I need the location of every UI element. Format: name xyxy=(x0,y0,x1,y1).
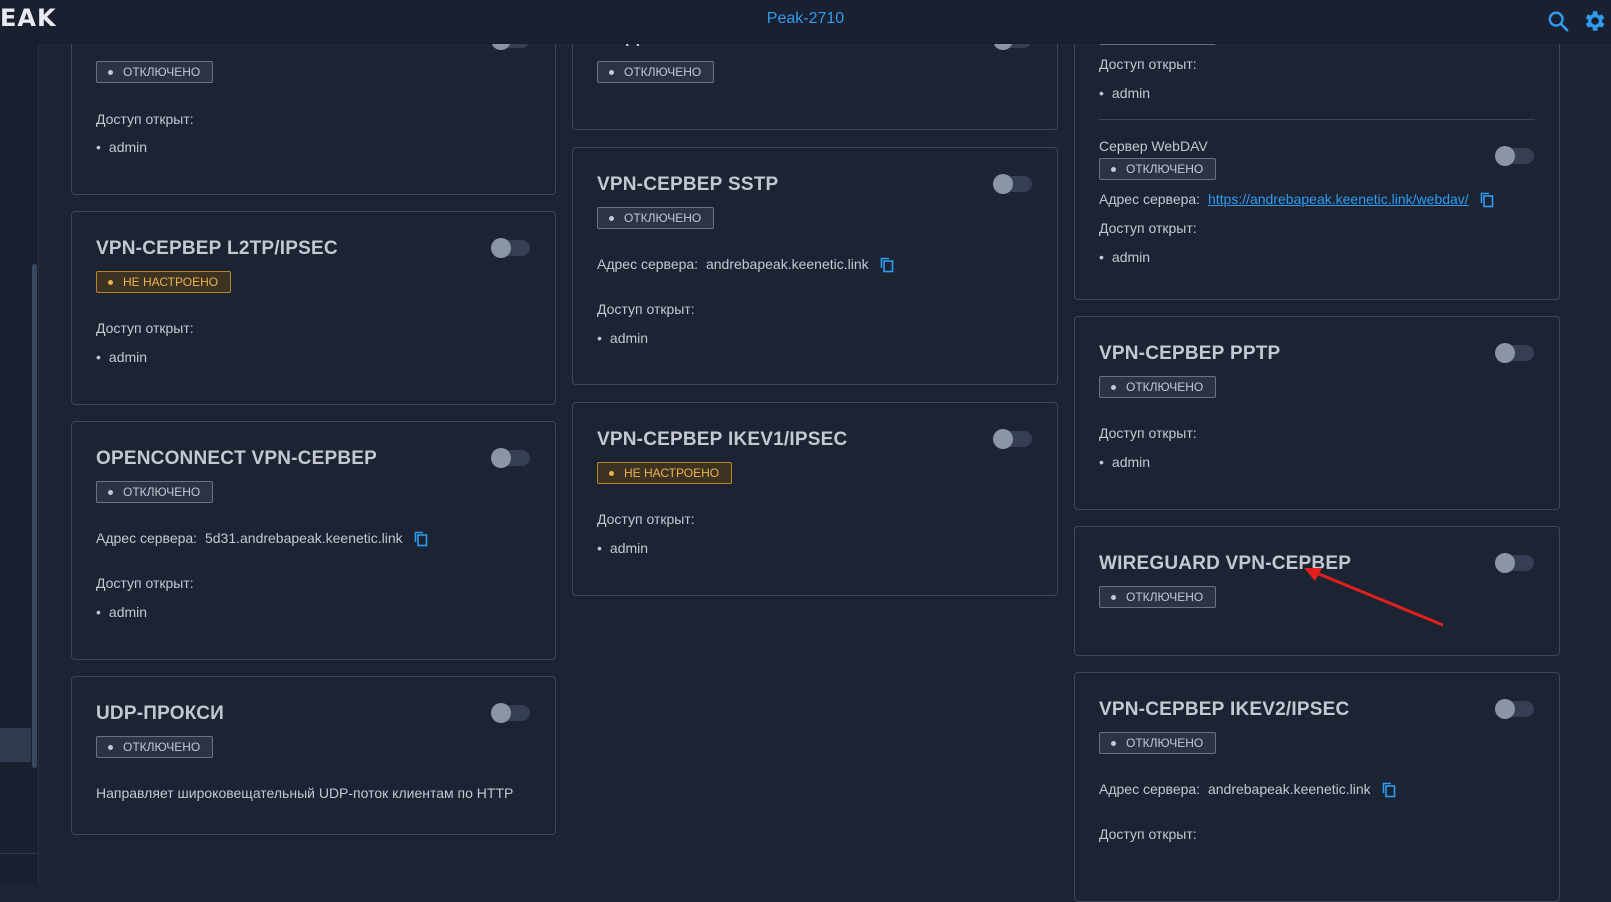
card-vpn-ikev2: VPN-СЕРВЕР IKEV2/IPSEC ОТКЛЮЧЕНО Адрес с… xyxy=(1074,672,1560,902)
top-bar: EAK Peak-2710 xyxy=(0,0,1611,44)
server-address-label: Адрес сервера: xyxy=(597,256,699,272)
user-item: admin xyxy=(597,540,648,556)
server-address-row: Адрес сервера: andrebapeak.keenetic.link xyxy=(597,256,894,273)
user-item: admin xyxy=(96,139,147,155)
toggle-switch[interactable] xyxy=(993,429,1032,449)
access-label: Доступ открыт: xyxy=(1099,425,1197,441)
status-badge: ОТКЛЮЧЕНО xyxy=(597,207,715,229)
toggle-switch[interactable] xyxy=(491,448,530,468)
card-file-server: ОТКЛЮЧЕНО Доступ открыт: admin Сервер We… xyxy=(1074,15,1560,300)
card-description: Направляет широковещательный UDP-поток к… xyxy=(96,785,514,801)
search-icon[interactable] xyxy=(1547,10,1569,32)
status-badge: НЕ НАСТРОЕНО xyxy=(597,462,733,484)
annotation-arrow xyxy=(1304,568,1444,627)
user-item: admin xyxy=(1099,85,1150,101)
server-address-value: andrebapeak.keenetic.link xyxy=(705,256,869,272)
status-badge: ОТКЛЮЧЕНО xyxy=(1099,586,1217,608)
card-vpn-pptp: VPN-СЕРВЕР PPTP ОТКЛЮЧЕНО Доступ открыт:… xyxy=(1074,316,1560,510)
sidebar-active-item[interactable] xyxy=(0,728,31,762)
user-item: admin xyxy=(1099,454,1150,470)
access-label: Доступ открыт: xyxy=(1099,56,1197,72)
access-label: Доступ открыт: xyxy=(597,301,695,317)
user-item: admin xyxy=(1099,249,1150,265)
server-address-value: andrebapeak.keenetic.link xyxy=(1207,781,1371,797)
status-badge: ОТКЛЮЧЕНО xyxy=(1099,158,1217,180)
server-address-row: Адрес сервера: https://andrebapeak.keene… xyxy=(1099,191,1494,208)
user-item: admin xyxy=(96,604,147,620)
device-name: Peak-2710 xyxy=(766,10,845,27)
server-address-value: 5d31.andrebapeak.keenetic.link xyxy=(204,530,403,546)
user-item: admin xyxy=(96,349,147,365)
copy-icon[interactable] xyxy=(414,531,428,547)
copy-icon[interactable] xyxy=(1382,782,1396,798)
server-address-row: Адрес сервера: 5d31.andrebapeak.keenetic… xyxy=(96,530,428,547)
server-address-row: Адрес сервера: andrebapeak.keenetic.link xyxy=(1099,781,1396,798)
toggle-switch[interactable] xyxy=(1495,553,1534,573)
toggle-switch[interactable] xyxy=(1495,343,1534,363)
card-title: UDP-ПРОКСИ xyxy=(96,703,225,724)
server-address-label: Адрес сервера: xyxy=(96,530,198,546)
card-vpn-ikev1: VPN-СЕРВЕР IKEV1/IPSEC НЕ НАСТРОЕНО Дост… xyxy=(572,402,1058,596)
access-label: Доступ открыт: xyxy=(96,320,194,336)
user-item: admin xyxy=(597,330,648,346)
server-address-label: Адрес сервера: xyxy=(1099,781,1201,797)
access-label: Доступ открыт: xyxy=(96,575,194,591)
toggle-switch[interactable] xyxy=(1495,146,1534,166)
card-title: OPENCONNECT VPN-СЕРВЕР xyxy=(96,448,377,469)
card-openconnect: OPENCONNECT VPN-СЕРВЕР ОТКЛЮЧЕНО Адрес с… xyxy=(71,421,556,660)
section-divider xyxy=(1099,119,1535,120)
card-udp-proxy: UDP-ПРОКСИ ОТКЛЮЧЕНО Направляет широкове… xyxy=(71,676,556,835)
gear-icon[interactable] xyxy=(1581,8,1607,34)
card-title: VPN-СЕРВЕР IKEV1/IPSEC xyxy=(597,429,848,450)
card-title: VPN-СЕРВЕР IKEV2/IPSEC xyxy=(1099,699,1350,720)
card-vpn-l2tp: VPN-СЕРВЕР L2TP/IPSEC НЕ НАСТРОЕНО Досту… xyxy=(71,211,556,405)
status-badge: ОТКЛЮЧЕНО xyxy=(1099,732,1217,754)
card-title: VPN-СЕРВЕР PPTP xyxy=(1099,343,1281,364)
sidebar-divider xyxy=(0,853,38,854)
server-address-label: Адрес сервера: xyxy=(1099,191,1201,207)
toggle-switch[interactable] xyxy=(491,238,530,258)
copy-icon[interactable] xyxy=(1480,192,1494,208)
access-label: Доступ открыт: xyxy=(96,111,194,127)
webdav-address-link[interactable]: https://andrebapeak.keenetic.link/webdav… xyxy=(1208,191,1469,207)
webdav-title: Сервер WebDAV xyxy=(1099,138,1208,154)
status-badge: ОТКЛЮЧЕНО xyxy=(597,61,715,83)
access-label: Доступ открыт: xyxy=(597,511,695,527)
card-vpn-sstp: VPN-СЕРВЕР SSTP ОТКЛЮЧЕНО Адрес сервера:… xyxy=(572,147,1058,385)
access-label: Доступ открыт: xyxy=(1099,826,1197,842)
status-badge: ОТКЛЮЧЕНО xyxy=(96,61,214,83)
sidebar-scrollbar[interactable] xyxy=(32,264,37,768)
status-badge: НЕ НАСТРОЕНО xyxy=(96,271,232,293)
toggle-switch[interactable] xyxy=(491,703,530,723)
card-title: VPN-СЕРВЕР SSTP xyxy=(597,174,779,195)
toggle-switch[interactable] xyxy=(993,174,1032,194)
copy-icon[interactable] xyxy=(880,257,894,273)
status-badge: ОТКЛЮЧЕНО xyxy=(96,736,214,758)
status-badge: ОТКЛЮЧЕНО xyxy=(96,481,214,503)
access-label: Доступ открыт: xyxy=(1099,220,1197,236)
status-badge: ОТКЛЮЧЕНО xyxy=(1099,376,1217,398)
card-title: VPN-СЕРВЕР L2TP/IPSEC xyxy=(96,238,338,259)
toggle-switch[interactable] xyxy=(1495,699,1534,719)
